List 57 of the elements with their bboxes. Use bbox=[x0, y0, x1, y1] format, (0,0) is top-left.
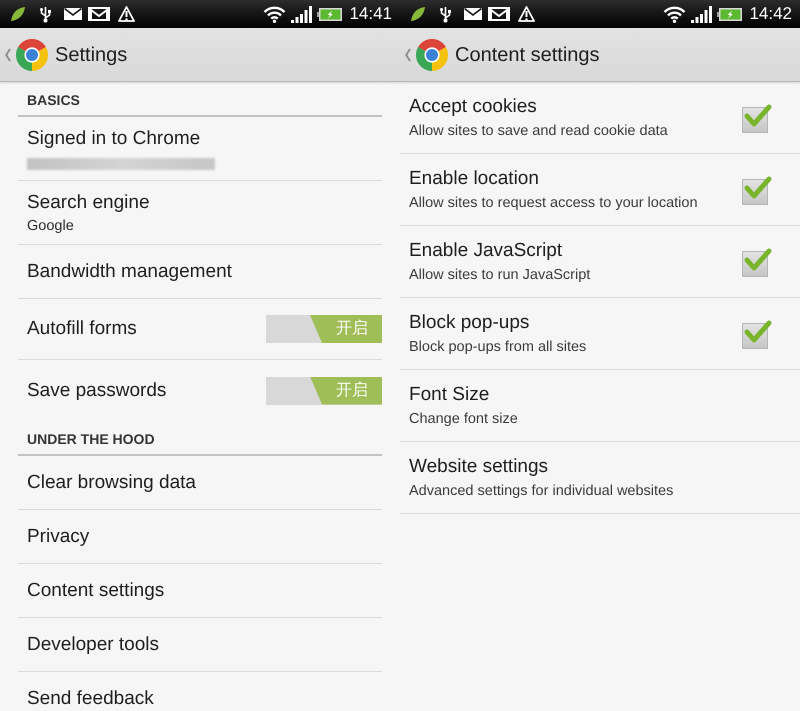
back-chevron-icon[interactable] bbox=[405, 48, 411, 62]
setting-title[interactable]: Font Size bbox=[409, 383, 490, 407]
setting-title[interactable]: Save passwords bbox=[27, 378, 166, 402]
setting-description: Allow sites to request access to your location bbox=[409, 194, 698, 212]
setting-title[interactable]: Privacy bbox=[27, 524, 90, 548]
leaf-icon bbox=[410, 6, 426, 22]
checkmark-icon bbox=[744, 174, 772, 200]
setting-title[interactable]: Developer tools bbox=[27, 632, 160, 656]
mail-icon bbox=[64, 8, 82, 20]
setting-title[interactable]: Website settings bbox=[409, 455, 548, 479]
envelope-m-icon bbox=[88, 7, 110, 21]
warning-icon bbox=[518, 6, 535, 22]
setting-title[interactable]: Autofill forms bbox=[27, 317, 137, 341]
setting-title[interactable]: Clear browsing data bbox=[27, 470, 196, 494]
battery-icon bbox=[717, 8, 742, 20]
clock-time: 14:42 bbox=[749, 4, 792, 24]
usb-icon bbox=[440, 6, 451, 22]
checkmark-icon bbox=[744, 318, 772, 344]
setting-description: Block pop-ups from all sites bbox=[409, 338, 586, 356]
setting-title[interactable]: Block pop-ups bbox=[409, 311, 530, 335]
wifi-icon bbox=[263, 6, 286, 22]
clock-time: 14:41 bbox=[349, 4, 392, 24]
section-header: BASICS bbox=[18, 82, 382, 117]
setting-title[interactable]: Enable JavaScript bbox=[409, 239, 562, 263]
back-chevron-icon[interactable] bbox=[5, 48, 11, 62]
checkbox[interactable] bbox=[742, 246, 772, 276]
setting-title[interactable]: Search engine bbox=[27, 191, 150, 215]
signal-icon bbox=[691, 6, 712, 22]
setting-description: Allow sites to run JavaScript bbox=[409, 266, 590, 284]
mail-icon bbox=[464, 8, 482, 20]
checkbox[interactable] bbox=[742, 318, 772, 348]
setting-description: Advanced settings for individual websites bbox=[409, 482, 674, 500]
leaf-icon bbox=[10, 6, 26, 22]
setting-title[interactable]: Enable location bbox=[409, 167, 539, 191]
setting-title[interactable]: Bandwidth management bbox=[27, 260, 232, 284]
checkbox[interactable] bbox=[742, 174, 772, 204]
setting-title[interactable]: Accept cookies bbox=[409, 95, 537, 119]
checkbox[interactable] bbox=[742, 102, 772, 132]
wifi-icon bbox=[663, 6, 686, 22]
setting-title[interactable]: Content settings bbox=[27, 578, 164, 602]
envelope-m-icon bbox=[488, 7, 510, 21]
circle-logo-icon[interactable] bbox=[416, 38, 448, 70]
battery-icon bbox=[317, 8, 342, 20]
setting-description: Change font size bbox=[409, 410, 518, 428]
circle-logo-icon[interactable] bbox=[16, 38, 48, 70]
signal-icon bbox=[291, 6, 312, 22]
setting-title[interactable]: Signed in to Chrome bbox=[27, 127, 200, 151]
section-header: UNDER THE HOOD bbox=[18, 421, 382, 456]
setting-description: Allow sites to save and read cookie data bbox=[409, 122, 668, 140]
setting-value: Google bbox=[27, 217, 74, 235]
usb-icon bbox=[40, 6, 51, 22]
app-bar-title: Content settings bbox=[455, 42, 600, 68]
checkmark-icon bbox=[744, 102, 772, 128]
setting-title[interactable]: Send feedback bbox=[27, 687, 154, 711]
app-bar-title: Settings bbox=[55, 42, 128, 68]
warning-icon bbox=[118, 6, 135, 22]
checkmark-icon bbox=[744, 246, 772, 272]
